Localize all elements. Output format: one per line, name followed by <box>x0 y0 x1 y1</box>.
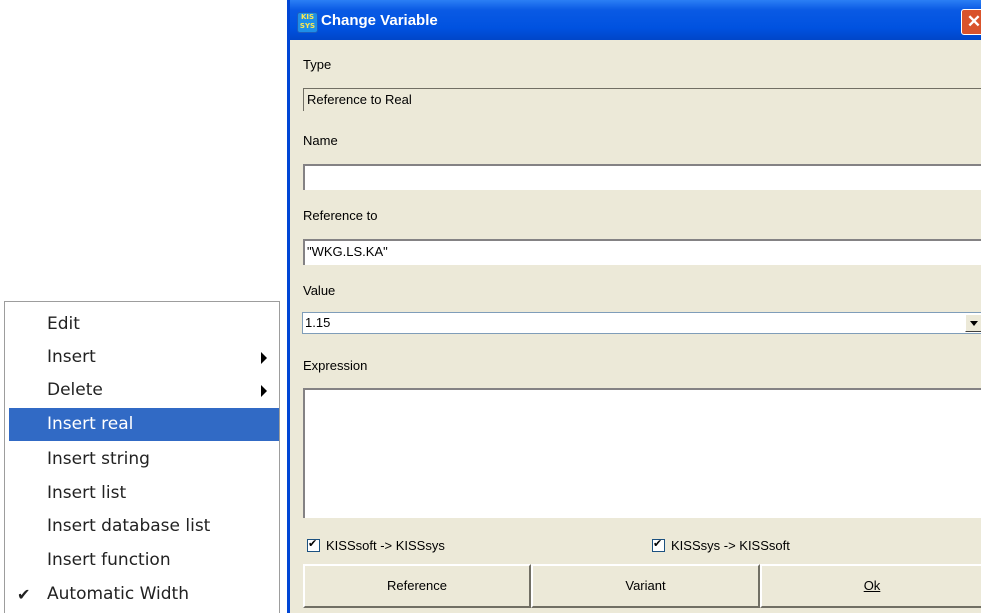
type-field: Reference to Real <box>303 88 981 111</box>
menu-item-insert-real[interactable]: Insert real <box>9 408 279 441</box>
submenu-arrow-icon <box>261 385 267 397</box>
kisssys-app-icon: KIS SYS <box>297 12 318 33</box>
menu-item-delete[interactable]: Delete <box>9 374 279 407</box>
context-menu: Edit Insert Delete Insert real Insert st… <box>4 301 280 613</box>
menu-item-insert-list[interactable]: Insert list <box>9 477 279 510</box>
expression-label: Expression <box>303 358 368 373</box>
name-input[interactable] <box>303 164 981 190</box>
menu-item-label: Insert database list <box>47 516 211 536</box>
reference-to-label: Reference to <box>303 208 378 223</box>
expression-textarea[interactable] <box>303 388 981 518</box>
menu-item-edit[interactable]: Edit <box>9 308 279 341</box>
checkbox-icon <box>652 537 665 552</box>
menu-item-label: Edit <box>47 314 80 334</box>
menu-item-insert-string[interactable]: Insert string <box>9 443 279 476</box>
ok-button[interactable]: Ok <box>760 564 981 608</box>
name-label: Name <box>303 133 338 148</box>
reference-button[interactable]: Reference <box>303 564 531 608</box>
menu-item-automatic-width[interactable]: ✔ Automatic Width <box>9 578 279 611</box>
menu-item-label: Insert list <box>47 483 127 503</box>
dialog-title: Change Variable <box>321 12 438 29</box>
close-button[interactable]: ✕ <box>961 9 981 35</box>
value-combobox[interactable]: 1.15 <box>302 312 981 334</box>
menu-item-insert-function[interactable]: Insert function <box>9 544 279 577</box>
change-variable-dialog: KIS SYS Change Variable ✕ Type Reference … <box>287 0 981 613</box>
menu-item-insert-database-list[interactable]: Insert database list <box>9 510 279 543</box>
kisssys-to-kisssoft-checkbox[interactable]: KISSsys -> KISSsoft <box>652 537 790 553</box>
variant-button[interactable]: Variant <box>531 564 760 608</box>
menu-item-label: Insert function <box>47 550 171 570</box>
submenu-arrow-icon <box>261 352 267 364</box>
menu-item-label: Automatic Width <box>47 584 189 604</box>
menu-item-label: Insert string <box>47 449 150 469</box>
menu-item-label: Delete <box>47 380 103 400</box>
menu-item-insert[interactable]: Insert <box>9 341 279 374</box>
menu-item-label: Insert real <box>47 414 134 434</box>
kisssoft-to-kisssys-checkbox[interactable]: KISSsoft -> KISSsys <box>307 537 445 553</box>
checkbox-label: KISSsoft -> KISSsys <box>326 538 445 553</box>
reference-to-input[interactable]: "WKG.LS.KA" <box>303 239 981 265</box>
title-bar[interactable]: KIS SYS Change Variable ✕ <box>290 0 981 40</box>
value-combobox-text: 1.15 <box>305 315 331 330</box>
ok-button-label: Ok <box>863 578 881 593</box>
menu-item-label: Insert <box>47 347 96 367</box>
checkbox-icon <box>307 537 320 552</box>
checkmark-icon: ✔ <box>17 585 31 604</box>
dropdown-arrow-icon[interactable] <box>965 314 981 332</box>
checkbox-label: KISSsys -> KISSsoft <box>671 538 790 553</box>
type-label: Type <box>303 57 332 72</box>
value-label: Value <box>303 283 336 298</box>
